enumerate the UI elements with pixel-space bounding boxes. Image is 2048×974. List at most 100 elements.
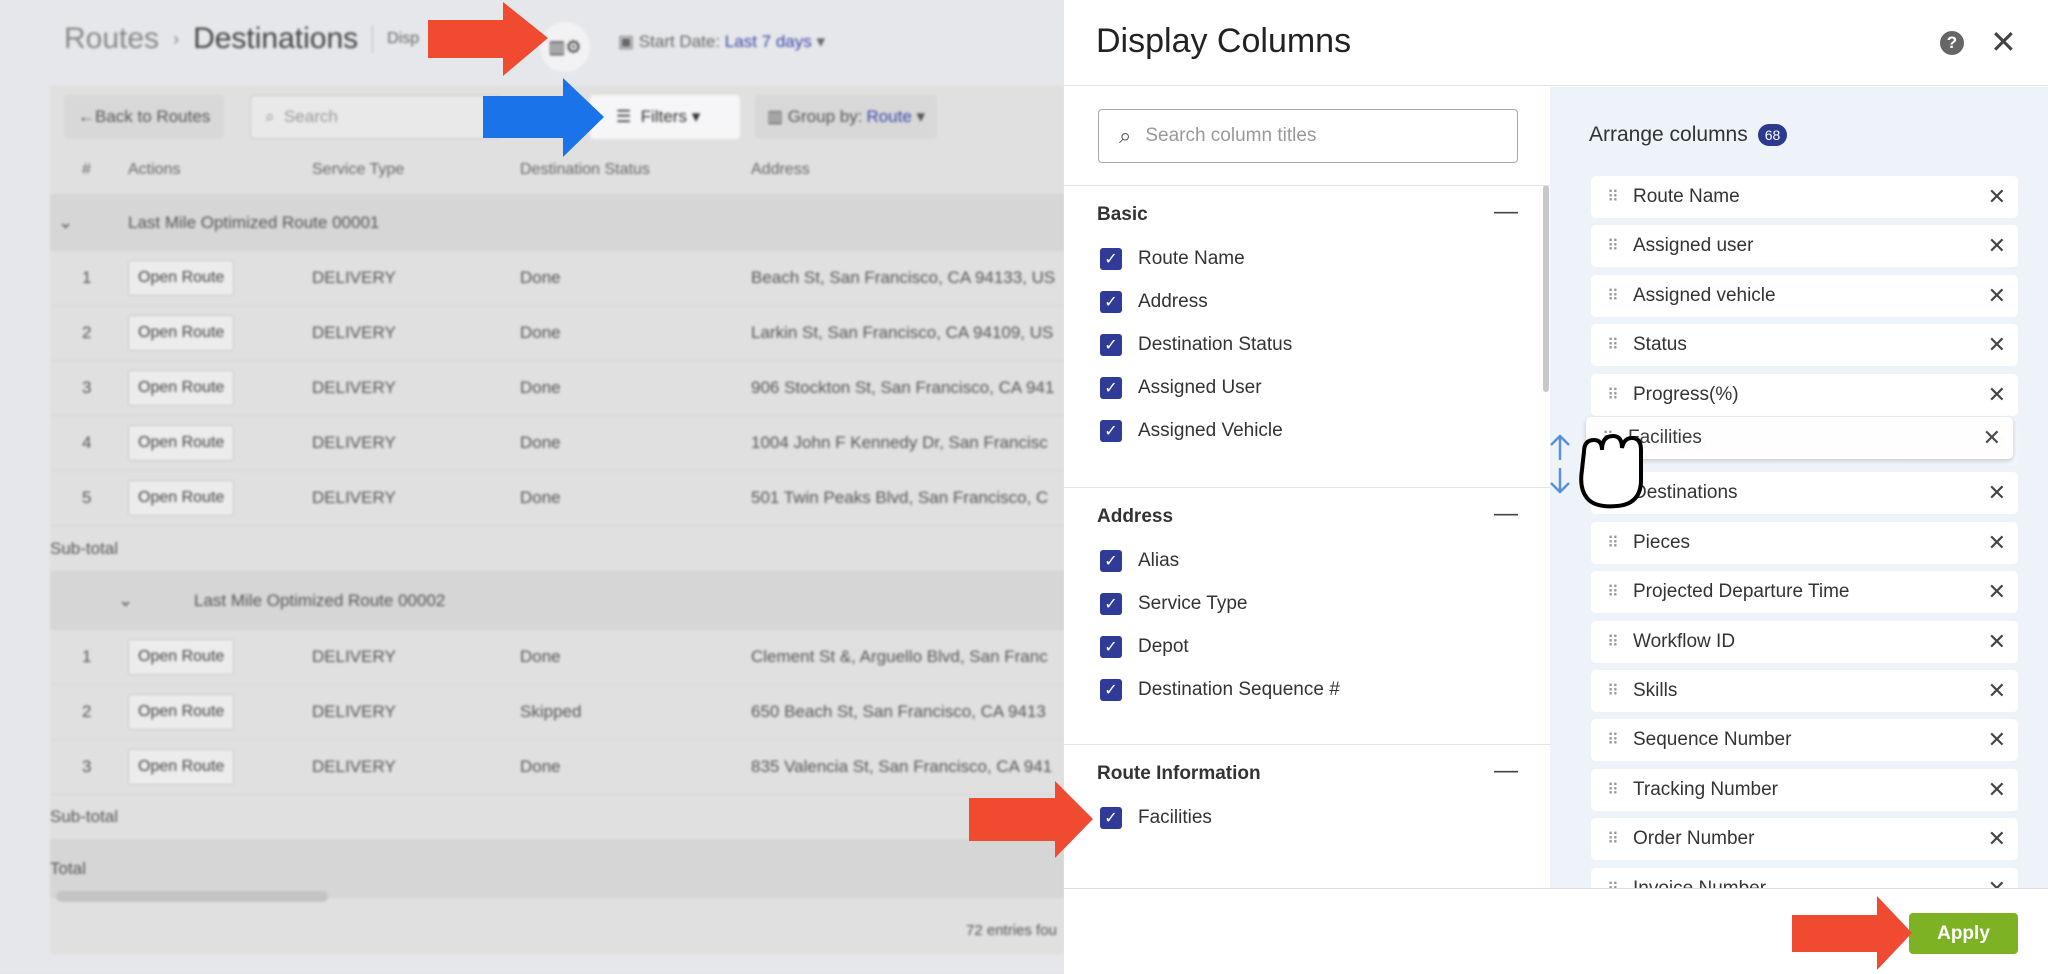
back-to-routes-button[interactable]: ← Back to Routes — [64, 95, 225, 139]
drag-handle-icon[interactable]: ⠿ — [1591, 187, 1633, 207]
open-route-button[interactable]: Open Route — [128, 260, 235, 296]
checkbox-checked-icon[interactable]: ✓ — [1100, 593, 1122, 615]
total-label: Total — [50, 858, 86, 878]
search-input[interactable]: ⌕ Search — [250, 95, 500, 139]
group-by-dropdown[interactable]: ▥ Group by: Route ▾ — [755, 95, 938, 139]
open-route-button[interactable]: Open Route — [128, 749, 235, 785]
open-route-button[interactable]: Open Route — [128, 480, 235, 516]
arranged-column-item[interactable]: ⠿ Projected Departure Time ✕ — [1591, 571, 2018, 614]
remove-icon[interactable]: ✕ — [1988, 184, 2006, 210]
checkbox-checked-icon[interactable]: ✓ — [1100, 420, 1122, 442]
group-row[interactable]: ⌄ Last Mile Optimized Route 00001 — [50, 195, 1064, 251]
remove-icon[interactable]: ✕ — [1988, 480, 2006, 506]
open-route-button[interactable]: Open Route — [128, 639, 235, 675]
column-checkbox[interactable]: ✓ Destination Sequence # — [1100, 679, 1340, 701]
drag-handle-icon[interactable]: ⠿ — [1591, 483, 1633, 503]
column-checkbox[interactable]: ✓ Assigned Vehicle — [1100, 420, 1283, 442]
apply-button[interactable]: Apply — [1909, 913, 2018, 954]
drag-handle-icon[interactable]: ⠿ — [1591, 879, 1633, 888]
chevron-down-icon[interactable]: ⌄ — [58, 212, 73, 233]
checkbox-checked-icon[interactable]: ✓ — [1100, 550, 1122, 572]
filters-button[interactable]: ☰ Filters ▾ — [590, 95, 740, 139]
remove-icon[interactable]: ✕ — [1983, 425, 2001, 451]
arranged-column-item[interactable]: ⠿ Sequence Number ✕ — [1591, 719, 2018, 762]
display-columns-icon[interactable]: ▥⚙ — [540, 22, 590, 72]
open-route-button[interactable]: Open Route — [128, 370, 235, 406]
drag-handle-icon[interactable]: ⠿ — [1591, 730, 1633, 750]
arranged-column-item[interactable]: ⠿ Assigned user ✕ — [1591, 225, 2018, 268]
column-header[interactable]: Address — [751, 161, 810, 179]
column-checkbox[interactable]: ✓ Depot — [1100, 636, 1189, 658]
column-header[interactable]: Destination Status — [520, 161, 650, 179]
column-checkbox[interactable]: ✓ Service Type — [1100, 593, 1247, 615]
remove-icon[interactable]: ✕ — [1988, 283, 2006, 309]
drag-handle-icon[interactable]: ⠿ — [1591, 236, 1633, 256]
drag-handle-icon[interactable]: ⠿ — [1591, 582, 1633, 602]
remove-icon[interactable]: ✕ — [1988, 579, 2006, 605]
column-header[interactable]: Service Type — [312, 161, 404, 179]
remove-icon[interactable]: ✕ — [1988, 777, 2006, 803]
arranged-column-item[interactable]: ⠿ Skills ✕ — [1591, 670, 2018, 712]
checkbox-checked-icon[interactable]: ✓ — [1100, 248, 1122, 270]
checkbox-checked-icon[interactable]: ✓ — [1100, 334, 1122, 356]
drag-handle-icon[interactable]: ⠿ — [1591, 681, 1633, 701]
search-column-input[interactable]: ⌕ Search column titles — [1098, 109, 1518, 163]
arranged-column-item[interactable]: ⠿ Assigned vehicle ✕ — [1591, 274, 2018, 317]
arranged-column-item[interactable]: ⠿ Route Name ✕ — [1591, 176, 2018, 218]
open-route-button[interactable]: Open Route — [128, 694, 235, 730]
column-checkbox[interactable]: ✓ Address — [1100, 291, 1208, 313]
column-checkbox[interactable]: ✓ Assigned User — [1100, 377, 1262, 399]
breadcrumb-routes[interactable]: Routes — [64, 22, 159, 56]
column-checkbox[interactable]: ✓ Alias — [1100, 550, 1179, 572]
column-checkbox[interactable]: ✓ Route Name — [1100, 248, 1245, 270]
column-checkbox[interactable]: ✓ Destination Status — [1100, 334, 1292, 356]
drag-handle-icon[interactable]: ⠿ — [1591, 385, 1633, 405]
arranged-column-item[interactable]: ⠿ Tracking Number ✕ — [1591, 768, 2018, 811]
collapse-icon[interactable]: — — [1494, 500, 1518, 528]
remove-icon[interactable]: ✕ — [1988, 629, 2006, 655]
remove-icon[interactable]: ✕ — [1988, 876, 2006, 888]
remove-icon[interactable]: ✕ — [1988, 826, 2006, 852]
remove-icon[interactable]: ✕ — [1988, 332, 2006, 358]
remove-icon[interactable]: ✕ — [1988, 678, 2006, 704]
arranged-column-item[interactable]: ⠿ Status ✕ — [1591, 324, 2018, 367]
help-icon[interactable]: ? — [1940, 31, 1964, 55]
drag-handle-icon[interactable]: ⠿ — [1591, 780, 1633, 800]
open-route-button[interactable]: Open Route — [128, 315, 235, 351]
arranged-column-item[interactable]: ⠿ Workflow ID ✕ — [1591, 620, 2018, 663]
collapse-icon[interactable]: — — [1494, 757, 1518, 785]
table-cell: 650 Beach St, San Francisco, CA 9413 — [751, 702, 1046, 721]
checkbox-checked-icon[interactable]: ✓ — [1100, 807, 1122, 829]
column-checkbox[interactable]: ✓ Facilities — [1100, 807, 1212, 829]
group-row[interactable]: ⌄ Last Mile Optimized Route 00002 — [50, 572, 1064, 630]
arranged-column-item[interactable]: ⠿ Destinations ✕ — [1591, 472, 2018, 515]
arranged-column-item[interactable]: ⠿ Order Number ✕ — [1591, 818, 2018, 861]
checkbox-checked-icon[interactable]: ✓ — [1100, 679, 1122, 701]
drag-handle-icon[interactable]: ⠿ — [1591, 533, 1633, 553]
drag-handle-icon[interactable]: ⠿ — [1586, 428, 1628, 448]
column-header[interactable]: Actions — [128, 161, 180, 179]
arranged-column-item[interactable]: ⠿ Pieces ✕ — [1591, 521, 2018, 564]
drag-handle-icon[interactable]: ⠿ — [1591, 335, 1633, 355]
open-route-button[interactable]: Open Route — [128, 425, 235, 461]
start-date-dropdown[interactable]: ▣ Start Date: Last 7 days ▾ — [618, 32, 825, 52]
column-header[interactable]: # — [82, 161, 91, 179]
checkbox-checked-icon[interactable]: ✓ — [1100, 377, 1122, 399]
drag-handle-icon[interactable]: ⠿ — [1591, 632, 1633, 652]
arranged-column-item[interactable]: ⠿Invoice Number ✕ — [1591, 867, 2018, 888]
checkbox-checked-icon[interactable]: ✓ — [1100, 636, 1122, 658]
remove-icon[interactable]: ✕ — [1988, 233, 2006, 259]
dragging-column-item[interactable]: ⠿ Facilities ✕ — [1586, 417, 2013, 459]
remove-icon[interactable]: ✕ — [1988, 530, 2006, 556]
arranged-column-item[interactable]: ⠿ Progress(%) ✕ — [1591, 373, 2018, 416]
drag-handle-icon[interactable]: ⠿ — [1591, 286, 1633, 306]
drag-handle-icon[interactable]: ⠿ — [1591, 829, 1633, 849]
remove-icon[interactable]: ✕ — [1988, 727, 2006, 753]
horizontal-scrollbar[interactable] — [56, 891, 328, 902]
checkbox-label: Assigned User — [1138, 377, 1262, 398]
close-icon[interactable]: ✕ — [1990, 22, 2017, 62]
checkbox-checked-icon[interactable]: ✓ — [1100, 291, 1122, 313]
chevron-down-icon[interactable]: ⌄ — [118, 590, 133, 611]
remove-icon[interactable]: ✕ — [1988, 382, 2006, 408]
collapse-icon[interactable]: — — [1494, 198, 1518, 226]
